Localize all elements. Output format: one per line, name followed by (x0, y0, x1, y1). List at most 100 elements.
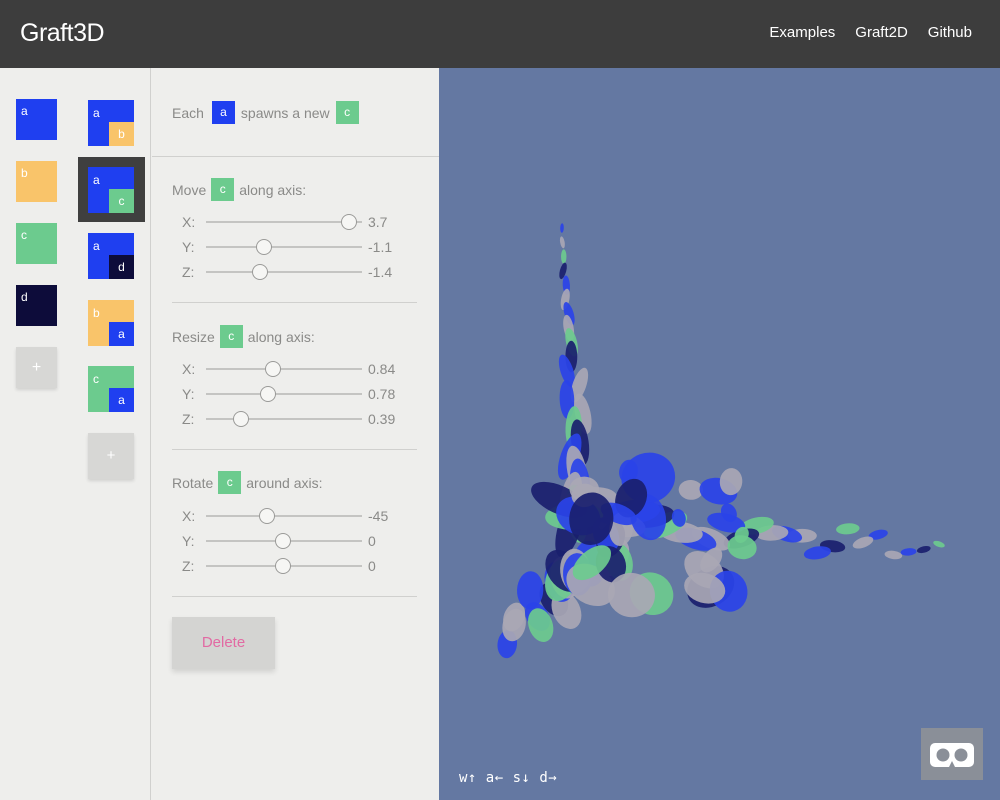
resize-y-slider[interactable]: Y: 0.78 (182, 383, 412, 405)
top-header: Graft3D Examples Graft2D Github (0, 0, 1000, 68)
move-title-pre: Move (172, 181, 207, 198)
slider-thumb[interactable] (275, 558, 291, 574)
slider-thumb[interactable] (252, 264, 268, 280)
slider-value: 0.39 (368, 411, 396, 427)
vr-mode-button[interactable] (921, 728, 983, 780)
axis-label: X: (182, 508, 196, 524)
axis-label: Z: (182, 558, 195, 574)
axis-label: Z: (182, 264, 195, 280)
slider-value: 3.7 (368, 214, 388, 230)
shape-swatch-d[interactable]: d (16, 285, 57, 326)
divider (172, 302, 417, 303)
scene-blob (560, 223, 564, 233)
spawn-summary: Each a spawns a new c (172, 101, 359, 124)
slider-track[interactable] (206, 246, 362, 248)
divider (172, 596, 417, 597)
top-nav: Examples Graft2D Github (769, 24, 972, 41)
slider-value: 0 (368, 558, 376, 574)
rule-b-spawns-a[interactable]: b a (88, 300, 134, 346)
divider (152, 156, 439, 157)
rotate-title-post: around axis: (246, 474, 323, 491)
slider-thumb[interactable] (275, 533, 291, 549)
nav-graft2d-link[interactable]: Graft2D (855, 24, 908, 41)
rotate-x-slider[interactable]: X: -45 (182, 505, 412, 527)
axis-label: Y: (182, 239, 195, 255)
nav-examples-link[interactable]: Examples (769, 24, 835, 41)
slider-thumb[interactable] (265, 361, 281, 377)
axis-label: X: (182, 214, 196, 230)
slider-thumb[interactable] (260, 386, 276, 402)
divider (172, 449, 417, 450)
slider-value: 0.78 (368, 386, 396, 402)
slider-track[interactable] (206, 368, 362, 370)
each-text: Each (172, 104, 204, 121)
rule-child: a (109, 388, 134, 412)
scene-blob (900, 548, 917, 556)
rule-a-spawns-d[interactable]: a d (88, 233, 134, 279)
slider-track[interactable] (206, 515, 362, 517)
rule-parent-label: b (93, 306, 100, 320)
shape-swatch-a[interactable]: a (16, 99, 57, 140)
resize-section-title: Resize c along axis: (172, 325, 315, 348)
scene-blob (933, 540, 945, 548)
rule-parent-label: a (93, 173, 100, 187)
slider-value: -45 (368, 508, 389, 524)
resize-z-slider[interactable]: Z: 0.39 (182, 408, 412, 430)
slider-thumb[interactable] (341, 214, 357, 230)
rotate-z-slider[interactable]: Z: 0 (182, 555, 412, 577)
scene-blob (561, 249, 567, 264)
slider-track[interactable] (206, 393, 362, 395)
move-z-slider[interactable]: Z: -1.4 (182, 261, 412, 283)
scene-blob (884, 550, 903, 560)
slider-track[interactable] (206, 271, 362, 273)
scene-render (497, 223, 945, 659)
rule-a-spawns-c[interactable]: a c (88, 167, 134, 213)
rule-child: a (109, 322, 134, 346)
scene-blob (559, 236, 565, 249)
move-section-title: Move c along axis: (172, 178, 306, 201)
slider-thumb[interactable] (259, 508, 275, 524)
spawns-text: spawns a new (240, 104, 330, 121)
rotate-y-slider[interactable]: Y: 0 (182, 530, 412, 552)
rotate-section-title: Rotate c around axis: (172, 471, 323, 494)
shape-label: a (21, 104, 28, 118)
add-rule-button[interactable]: + (88, 433, 134, 479)
scene-blob (916, 545, 931, 554)
axis-label: Z: (182, 411, 195, 427)
shape-swatch-b[interactable]: b (16, 161, 57, 202)
add-shape-button[interactable]: + (16, 347, 57, 388)
slider-value: 0 (368, 533, 376, 549)
axis-label: Y: (182, 386, 195, 402)
child-chip: c (219, 325, 243, 348)
shape-swatch-c[interactable]: c (16, 223, 57, 264)
rule-child: b (109, 122, 134, 146)
nav-github-link[interactable]: Github (928, 24, 972, 41)
rule-child: d (109, 255, 134, 279)
rule-a-spawns-b[interactable]: a b (88, 100, 134, 146)
slider-value: -1.1 (368, 239, 393, 255)
move-title-post: along axis: (239, 181, 307, 198)
app-title: Graft3D (20, 19, 105, 47)
move-y-slider[interactable]: Y: -1.1 (182, 236, 412, 258)
slider-track[interactable] (206, 221, 362, 223)
rule-editor-panel: Each a spawns a new c Move c along axis:… (152, 68, 439, 800)
resize-title-pre: Resize (172, 328, 215, 345)
slider-thumb[interactable] (233, 411, 249, 427)
rotate-title-pre: Rotate (172, 474, 214, 491)
axis-label: Y: (182, 533, 195, 549)
axis-label: X: (182, 361, 196, 377)
3d-viewport[interactable]: w↑ a← s↓ d→ (439, 68, 1000, 800)
slider-track[interactable] (206, 418, 362, 420)
scene-blob (836, 523, 860, 535)
child-chip: c (218, 471, 242, 494)
resize-x-slider[interactable]: X: 0.84 (182, 358, 412, 380)
slider-thumb[interactable] (256, 239, 272, 255)
rule-parent-label: a (93, 106, 100, 120)
rule-c-spawns-a[interactable]: c a (88, 366, 134, 412)
rule-parent-label: c (93, 372, 99, 386)
rule-parent-label: a (93, 239, 100, 253)
parent-chip: a (211, 101, 235, 124)
delete-rule-button[interactable]: Delete (172, 617, 275, 669)
child-chip: c (335, 101, 359, 124)
move-x-slider[interactable]: X: 3.7 (182, 211, 412, 233)
